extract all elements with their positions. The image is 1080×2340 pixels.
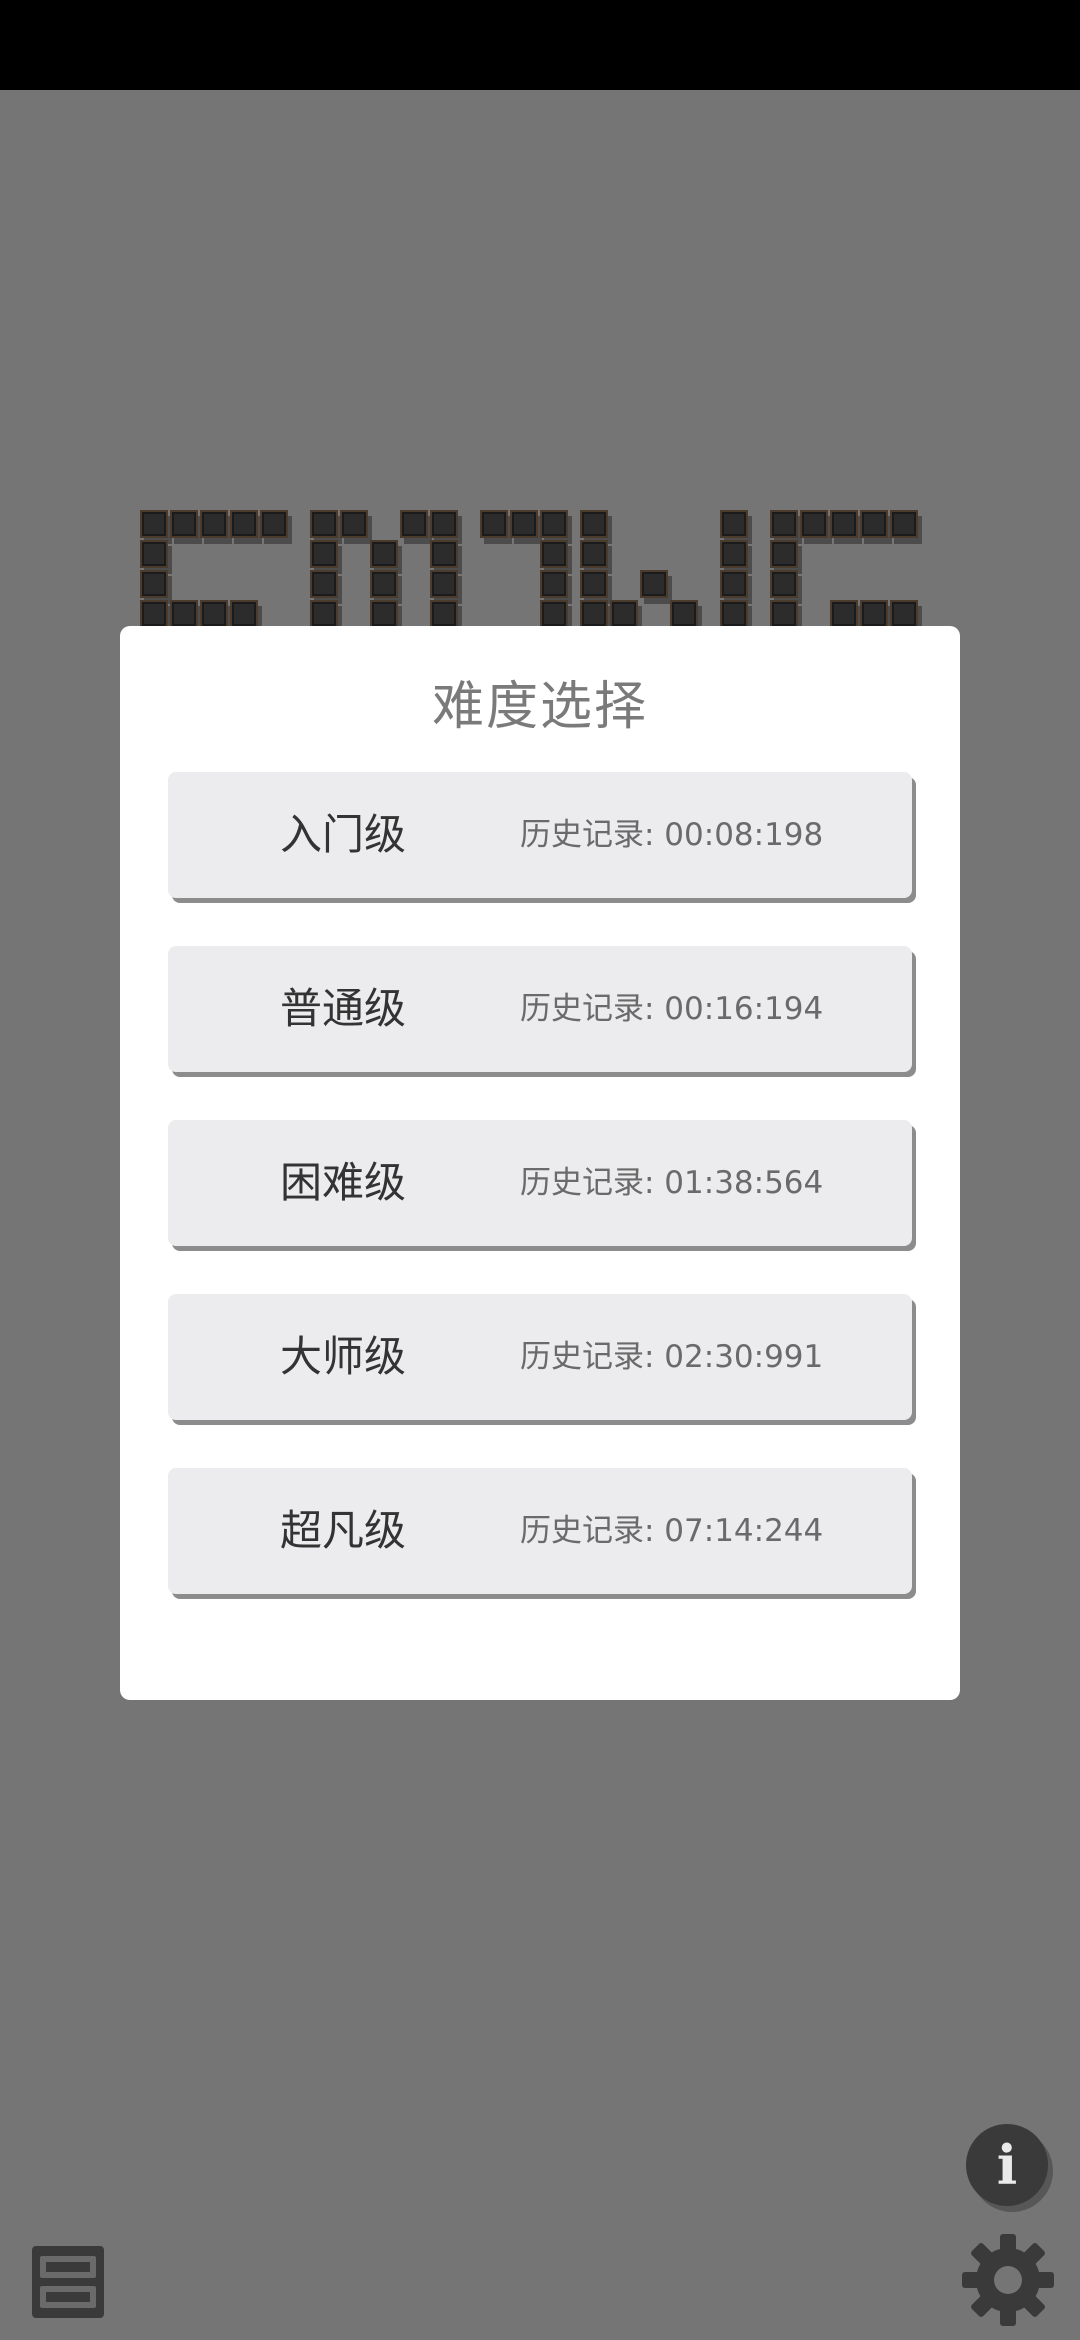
logo-block — [720, 570, 748, 598]
level-button-normal[interactable]: 普通级 历史记录: 00:16:194 — [168, 946, 912, 1072]
logo-block — [200, 510, 228, 538]
logo-block — [610, 600, 638, 628]
logo-block — [540, 510, 568, 538]
level-button-beginner[interactable]: 入门级 历史记录: 00:08:198 — [168, 772, 912, 898]
level-name: 普通级 — [280, 984, 407, 1033]
logo-block — [260, 510, 288, 538]
logo-block — [890, 510, 918, 538]
logo-block — [540, 600, 568, 628]
logo-block — [830, 600, 858, 628]
logo-block — [170, 510, 198, 538]
logo-block — [230, 600, 258, 628]
level-name: 入门级 — [280, 810, 407, 859]
level-record: 历史记录: 01:38:564 — [520, 1165, 824, 1201]
logo-block — [310, 600, 338, 628]
logo-block — [480, 510, 508, 538]
logo-block — [770, 600, 798, 628]
info-icon[interactable]: i — [966, 2124, 1048, 2206]
logo-block — [720, 510, 748, 538]
logo-block — [370, 540, 398, 568]
logo-block — [340, 510, 368, 538]
logo-block — [800, 510, 828, 538]
logo-block — [200, 600, 228, 628]
logo-block — [830, 510, 858, 538]
level-name: 大师级 — [280, 1332, 407, 1381]
game-logo — [140, 510, 950, 630]
logo-block — [430, 570, 458, 598]
level-record: 历史记录: 00:16:194 — [520, 991, 824, 1027]
level-record: 历史记录: 02:30:991 — [520, 1339, 824, 1375]
logo-block — [510, 510, 538, 538]
level-name: 超凡级 — [280, 1506, 407, 1555]
logo-block — [640, 570, 668, 598]
logo-block — [720, 540, 748, 568]
logo-block — [310, 570, 338, 598]
logo-block — [720, 600, 748, 628]
logo-block — [400, 510, 428, 538]
logo-block — [580, 600, 608, 628]
logo-block — [430, 540, 458, 568]
status-bar — [0, 0, 1080, 90]
level-button-extraordinary[interactable]: 超凡级 历史记录: 07:14:244 — [168, 1468, 912, 1594]
logo-block — [580, 570, 608, 598]
logo-block — [430, 510, 458, 538]
logo-block — [770, 510, 798, 538]
logo-block — [140, 570, 168, 598]
dialog-title: 难度选择 — [431, 677, 648, 737]
logo-block — [140, 600, 168, 628]
logo-block — [230, 510, 258, 538]
logo-block — [580, 510, 608, 538]
info-glyph: i — [996, 2133, 1018, 2197]
logo-block — [770, 540, 798, 568]
logo-block — [140, 540, 168, 568]
logo-block — [770, 570, 798, 598]
logo-block — [670, 600, 698, 628]
logo-block — [310, 540, 338, 568]
logo-block — [430, 600, 458, 628]
level-button-master[interactable]: 大师级 历史记录: 02:30:991 — [168, 1294, 912, 1420]
logo-block — [860, 510, 888, 538]
logo-block — [370, 570, 398, 598]
gear-icon[interactable] — [958, 2230, 1058, 2330]
logo-block — [540, 540, 568, 568]
logo-block — [310, 510, 338, 538]
logo-block — [370, 600, 398, 628]
level-record: 历史记录: 00:08:198 — [520, 817, 824, 853]
difficulty-dialog: 难度选择 入门级 历史记录: 00:08:198 普通级 历史记录: 00:16… — [120, 626, 960, 1700]
records-icon[interactable] — [26, 2240, 110, 2324]
logo-block — [580, 540, 608, 568]
level-button-hard[interactable]: 困难级 历史记录: 01:38:564 — [168, 1120, 912, 1246]
logo-block — [860, 600, 888, 628]
level-record: 历史记录: 07:14:244 — [520, 1513, 824, 1549]
logo-block — [890, 600, 918, 628]
level-name: 困难级 — [280, 1158, 407, 1207]
logo-block — [170, 600, 198, 628]
logo-block — [140, 510, 168, 538]
logo-block — [540, 570, 568, 598]
